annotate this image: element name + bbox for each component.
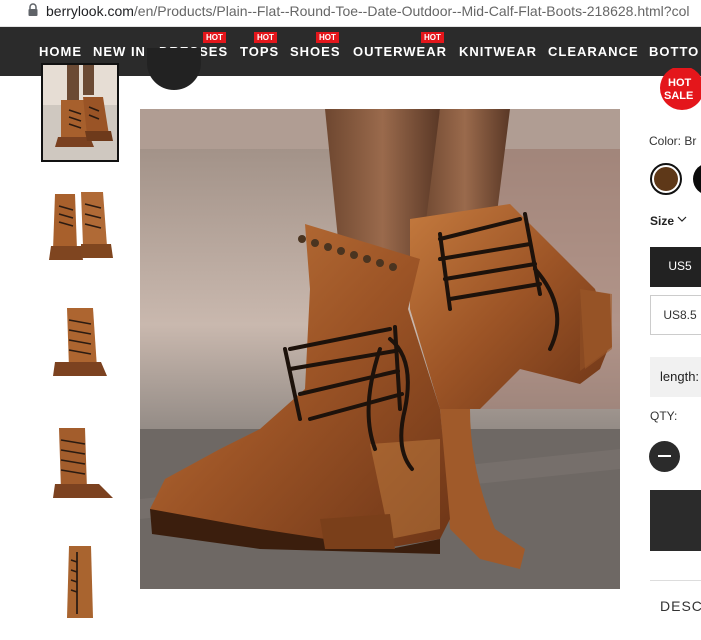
- description-tab[interactable]: DESC: [660, 598, 701, 614]
- discount-badge: [147, 48, 201, 90]
- nav-item-home[interactable]: HOME: [39, 44, 82, 59]
- nav-label: SHOES: [290, 44, 341, 59]
- hot-badge: HOT: [203, 32, 226, 43]
- boot-image: [41, 296, 119, 390]
- hot-badge: HOT: [316, 32, 339, 43]
- nav-item-knitwear[interactable]: KNITWEAR: [459, 44, 537, 59]
- qty-label: QTY:: [650, 409, 678, 423]
- divider: [650, 580, 701, 581]
- add-to-cart-button[interactable]: [650, 490, 701, 551]
- nav-label: BOTTO: [649, 44, 700, 59]
- nav-label: TOPS: [240, 44, 280, 59]
- nav-label: CLEARANCE: [548, 44, 639, 59]
- nav-label: OUTERWEAR: [353, 44, 447, 59]
- color-swatch-black[interactable]: [693, 163, 701, 195]
- nav-item-shoes[interactable]: SHOES HOT: [290, 32, 341, 59]
- size-option-us8-5[interactable]: US8.5: [650, 295, 701, 335]
- url-path: /en/Products/Plain--Flat--Round-Toe--Dat…: [133, 3, 690, 19]
- qty-decrease-button[interactable]: [649, 441, 680, 472]
- url-text[interactable]: berrylook.com/en/Products/Plain--Flat--R…: [46, 3, 689, 19]
- size-option-us5[interactable]: US5: [650, 247, 701, 287]
- nav-item-outerwear[interactable]: OUTERWEAR HOT: [353, 32, 447, 59]
- nav-item-bottoms[interactable]: BOTTO: [649, 44, 699, 59]
- thumbnail-3[interactable]: [41, 296, 119, 390]
- nav-label: HOME: [39, 44, 82, 59]
- nav-item-tops[interactable]: TOPS HOT: [240, 32, 280, 59]
- boot-image: [41, 418, 119, 512]
- hot-sale-line2: SALE: [664, 90, 693, 102]
- boot-image: [43, 65, 117, 160]
- chevron-down-icon[interactable]: [677, 214, 687, 224]
- thumbnail-2[interactable]: [41, 174, 119, 268]
- url-host: berrylook.com: [46, 3, 134, 19]
- nav-label: KNITWEAR: [459, 44, 538, 59]
- main-product-image[interactable]: [140, 109, 620, 589]
- boot-image: [41, 538, 119, 632]
- color-value: Br: [684, 134, 697, 148]
- size-label[interactable]: Size: [650, 214, 674, 228]
- color-label: Color: Br: [649, 134, 696, 148]
- boot-image: [41, 174, 119, 268]
- nav-label: NEW IN: [93, 44, 146, 59]
- length-selector[interactable]: length:: [650, 357, 701, 397]
- nav-item-clearance[interactable]: CLEARANCE: [548, 44, 639, 59]
- address-bar[interactable]: berrylook.com/en/Products/Plain--Flat--R…: [0, 0, 701, 27]
- thumbnail-1[interactable]: [41, 63, 119, 162]
- lock-icon: [28, 3, 38, 16]
- hot-sale-line1: HOT: [668, 77, 692, 89]
- thumbnail-4[interactable]: [41, 418, 119, 512]
- hot-sale-badge: HOT SALE: [660, 68, 701, 110]
- nav-item-new-in[interactable]: NEW IN: [93, 44, 146, 59]
- hot-badge: HOT: [254, 32, 277, 43]
- color-label-text: Color:: [649, 134, 682, 148]
- thumbnail-5[interactable]: [41, 538, 119, 632]
- color-swatch-brown[interactable]: [650, 163, 682, 195]
- boots-photo: [140, 109, 620, 589]
- hot-badge: HOT: [421, 32, 444, 43]
